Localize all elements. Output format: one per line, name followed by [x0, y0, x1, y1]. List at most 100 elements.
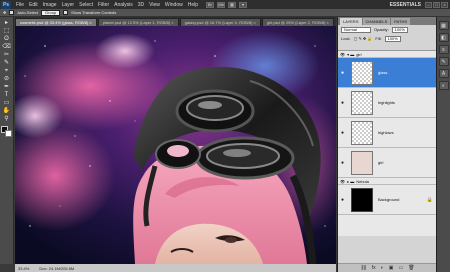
close-icon[interactable]: ×	[441, 1, 448, 8]
shape-tool-icon[interactable]: ▭	[2, 100, 12, 107]
layer-row-background[interactable]: ● Background 🔒	[338, 185, 437, 215]
menu-select[interactable]: Select	[79, 2, 93, 8]
layer-style-icon[interactable]: fx	[372, 265, 376, 271]
marquee-tool-icon[interactable]: ⬚	[2, 28, 12, 35]
pen-tool-icon[interactable]: ✒	[2, 84, 12, 91]
layer-name: girl	[378, 160, 384, 165]
menu-view[interactable]: View	[149, 2, 160, 8]
menu-edit[interactable]: Edit	[29, 2, 38, 8]
hand-tool-icon[interactable]: ✋	[2, 108, 12, 115]
quick-select-tool-icon[interactable]: ⌫	[2, 44, 12, 51]
document-canvas[interactable]	[15, 26, 336, 264]
adjustment-layer-icon[interactable]: ◐	[381, 265, 384, 271]
minimize-icon[interactable]: –	[425, 1, 432, 8]
link-layers-icon[interactable]: ⛓	[360, 265, 366, 271]
document-tab-1[interactable]: cosmetic.psd @ 33.4% (glass, RGB/8) ×	[15, 18, 97, 26]
history-panel-icon[interactable]: ▦	[438, 21, 449, 30]
move-tool-icon[interactable]: ✥	[3, 10, 6, 15]
tab-layers[interactable]: LAYERS	[340, 18, 362, 25]
layer-group-nebula[interactable]: 👁 ▸ ▬ Nebula	[338, 178, 437, 185]
layer-row-highlights[interactable]: ● highlights	[338, 88, 437, 118]
move-tool-icon[interactable]: ▸	[2, 20, 12, 27]
color-swatches[interactable]	[1, 126, 12, 137]
blend-row: Normal Opacity: 100%	[338, 25, 436, 34]
tab-paths[interactable]: PATHS	[391, 18, 411, 25]
menu-image[interactable]: Image	[43, 2, 57, 8]
crop-tool-icon[interactable]: ✂	[2, 52, 12, 59]
background-color-swatch[interactable]	[5, 130, 12, 137]
auto-select-label: Auto-Select	[17, 10, 39, 15]
options-bar: ✥ Auto-Select Group Show Transform Contr…	[0, 9, 450, 17]
eye-icon[interactable]: 👁	[340, 52, 345, 57]
menu-filter[interactable]: Filter	[98, 2, 109, 8]
menu-window[interactable]: Window	[165, 2, 183, 8]
menu-layer[interactable]: Layer	[62, 2, 75, 8]
brush-tool-icon[interactable]: ✎	[2, 60, 12, 67]
document-tabs: cosmetic.psd @ 33.4% (glass, RGB/8) × pl…	[15, 17, 336, 26]
styles-panel-icon[interactable]: ◐	[438, 81, 449, 90]
menu-analysis[interactable]: Analysis	[114, 2, 133, 8]
clone-stamp-tool-icon[interactable]: ⌖	[2, 68, 12, 75]
layer-group-girl[interactable]: 👁 ▾ ▬ girl	[338, 51, 437, 58]
auto-select-dropdown[interactable]: Group	[41, 9, 61, 16]
properties-panel-icon[interactable]: ≡	[438, 45, 449, 54]
layer-name: highlows	[378, 130, 394, 135]
auto-select-checkbox[interactable]	[9, 10, 15, 15]
eraser-tool-icon[interactable]: ⊘	[2, 76, 12, 83]
document-size: Doc: 24.1M/205.5M	[39, 265, 75, 271]
workspace-switcher[interactable]: ESSENTIALS	[390, 2, 421, 8]
character-panel-icon[interactable]: A	[438, 69, 449, 78]
layers-list: 👁 ▾ ▬ girl ● glass ● highlights ● highlo…	[338, 50, 437, 236]
eye-icon[interactable]: 👁	[340, 179, 345, 184]
panel-tabs: LAYERS CHANNELS PATHS	[338, 17, 436, 25]
layer-thumbnail	[351, 120, 373, 145]
layer-row-girl[interactable]: ● girl	[338, 148, 437, 178]
layer-row-glass[interactable]: ● glass	[338, 58, 437, 88]
eye-icon[interactable]: ●	[338, 197, 347, 203]
fill-input[interactable]: 100%	[384, 35, 401, 42]
new-layer-icon[interactable]: ▭	[398, 265, 403, 271]
layers-panel: LAYERS CHANNELS PATHS Normal Opacity: 10…	[337, 17, 437, 272]
bridge-button[interactable]: Br	[206, 1, 215, 8]
adjustments-panel-icon[interactable]: ◧	[438, 33, 449, 42]
arrange-icon[interactable]: ▦	[228, 1, 237, 8]
zoom-tool-icon[interactable]: ⚲	[2, 116, 12, 123]
artwork-image	[15, 26, 336, 264]
mini-bridge-button[interactable]: Mb	[217, 1, 226, 8]
type-tool-icon[interactable]: T	[2, 92, 12, 99]
document-tab-3[interactable]: galaxy.psd @ 16.7% (Layer 0, RGB/8) ×	[179, 18, 261, 26]
maximize-icon[interactable]: □	[433, 1, 440, 8]
app-bar-tools: Br Mb ▦ ▾	[206, 1, 248, 8]
eye-icon[interactable]: ●	[338, 160, 347, 166]
document-tab-4[interactable]: girl.psd @ 25% (Layer 2, RGB/8) ×	[261, 18, 334, 26]
lock-row: Lock: ▢ ✎ ✥ 🔒 Fill: 100%	[338, 34, 436, 43]
menu-3d[interactable]: 3D	[138, 2, 144, 8]
brushes-panel-icon[interactable]: ✎	[438, 57, 449, 66]
eye-icon[interactable]: ●	[338, 100, 347, 106]
lock-icons[interactable]: ▢ ✎ ✥ 🔒	[354, 36, 373, 41]
opacity-input[interactable]: 100%	[391, 26, 408, 33]
folder-icon: ▸ ▬	[347, 178, 355, 184]
layer-row-highlows[interactable]: ● highlows	[338, 118, 437, 148]
eye-icon[interactable]: ●	[338, 130, 347, 136]
menu-file[interactable]: File	[16, 2, 24, 8]
opacity-label: Opacity:	[374, 27, 389, 32]
delete-layer-icon[interactable]: 🗑	[408, 265, 414, 271]
add-mask-icon[interactable]: ▣	[389, 265, 394, 271]
tab-channels[interactable]: CHANNELS	[362, 18, 391, 25]
group-name: Nebula	[356, 178, 369, 184]
menu-help[interactable]: Help	[188, 2, 198, 8]
layer-name: glass	[378, 70, 388, 75]
photoshop-logo: Ps	[1, 0, 11, 9]
panel-dock: ▦ ◧ ≡ ✎ A ◐	[436, 17, 450, 272]
transform-controls-checkbox[interactable]	[63, 10, 69, 15]
blend-mode-dropdown[interactable]: Normal	[341, 26, 371, 33]
document-tab-2[interactable]: planet.psd @ 12.5% (Layer 1, RGB/8) ×	[97, 18, 179, 26]
folder-icon: ▾ ▬	[347, 51, 355, 57]
fill-label: Fill:	[375, 36, 382, 41]
lasso-tool-icon[interactable]: ʘ	[2, 36, 12, 43]
zoom-level[interactable]: 33.4%	[18, 266, 29, 271]
screen-mode-icon[interactable]: ▾	[239, 1, 248, 8]
eye-icon[interactable]: ●	[338, 70, 347, 76]
layer-thumbnail	[351, 187, 373, 212]
